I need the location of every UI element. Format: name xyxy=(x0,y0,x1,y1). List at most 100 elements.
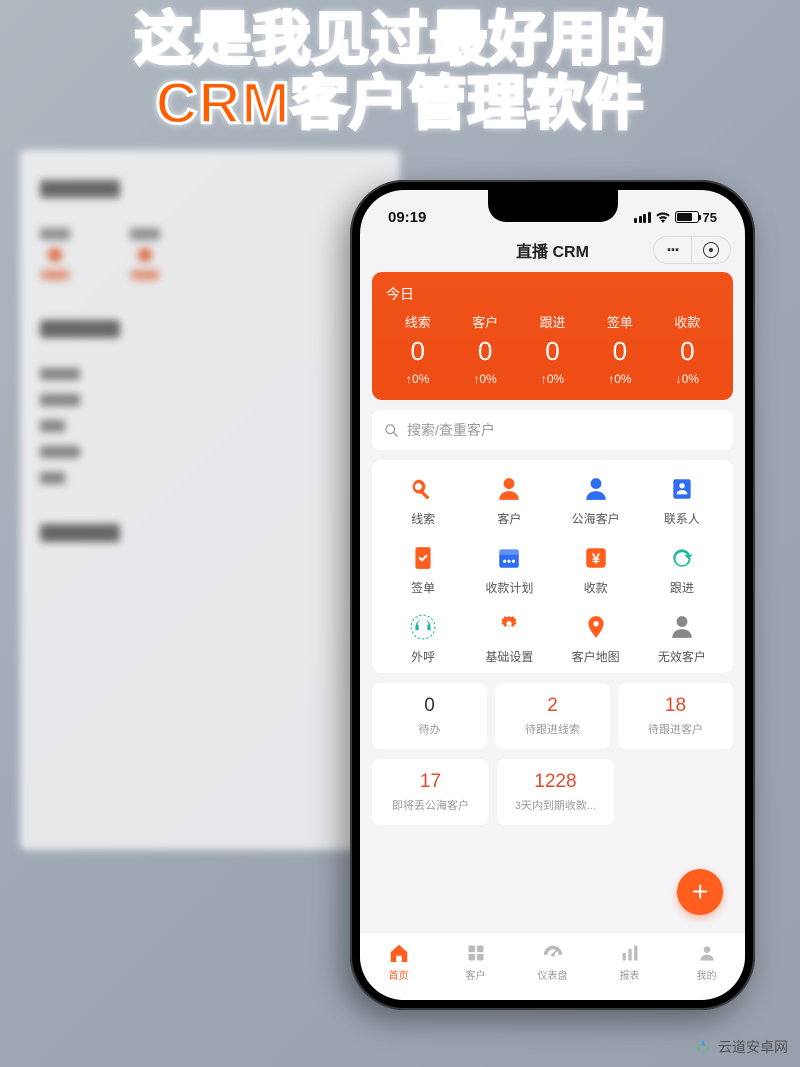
grid-label: 客户地图 xyxy=(572,648,620,665)
stat-delta: ↑0% xyxy=(608,372,631,386)
background-desktop xyxy=(20,150,400,850)
stat-name: 收款 xyxy=(674,312,700,331)
tile-label: 待跟进线索 xyxy=(525,721,580,737)
grid-label: 收款计划 xyxy=(485,579,533,596)
today-label: 今日 xyxy=(386,284,719,304)
grid-label: 公海客户 xyxy=(572,510,620,527)
contact-icon xyxy=(667,474,697,504)
phone-frame: 09:19 75 直播 CRM ··· 今日 线索 0 ↑0% 客 xyxy=(350,180,755,1010)
person-solid-icon xyxy=(494,474,524,504)
grid-item-contract[interactable]: 签单 xyxy=(380,543,466,596)
app-header: 直播 CRM ··· xyxy=(360,232,745,272)
tab-home[interactable]: 首页 xyxy=(360,933,437,990)
grid-item-follow[interactable]: 跟进 xyxy=(639,543,725,596)
stat-tile-0[interactable]: 0 待办 xyxy=(372,683,487,749)
grid-label: 外呼 xyxy=(411,648,435,665)
today-stat-1[interactable]: 客户 0 ↑0% xyxy=(453,312,516,386)
tab-me[interactable]: 我的 xyxy=(668,933,745,990)
promo-headline: 这是我见过最好用的CRM客户管理软件 xyxy=(0,8,800,136)
gauge-icon xyxy=(542,942,564,964)
yen-icon: ¥ xyxy=(581,543,611,573)
grid-item-pool[interactable]: 公海客户 xyxy=(553,474,639,527)
tile-value: 18 xyxy=(665,695,686,717)
calendar-icon xyxy=(494,543,524,573)
grid-label: 无效客户 xyxy=(658,648,706,665)
tab-bar: 首页 客户 仪表盘 报表 我的 xyxy=(360,932,745,1000)
tab-dashboard[interactable]: 仪表盘 xyxy=(514,933,591,990)
barchart-icon xyxy=(619,942,641,964)
home-icon xyxy=(388,942,410,964)
stat-delta: ↑0% xyxy=(473,372,496,386)
search-placeholder: 搜索/查重客户 xyxy=(407,420,495,440)
grid-item-settings[interactable]: 基础设置 xyxy=(466,612,552,665)
grid-label: 客户 xyxy=(497,510,521,527)
tab-label: 客户 xyxy=(466,967,486,982)
grid-item-customer[interactable]: 客户 xyxy=(466,474,552,527)
tab-label: 报表 xyxy=(620,967,640,982)
battery-icon xyxy=(675,211,699,223)
pin-icon xyxy=(581,612,611,642)
app-grid: 线索 客户 公海客户 联系人 签单 收款计划 ¥ 收款 跟进 外呼 xyxy=(372,460,733,673)
stat-delta: ↓0% xyxy=(676,372,699,386)
tab-label: 我的 xyxy=(697,967,717,982)
today-stat-4[interactable]: 收款 0 ↓0% xyxy=(656,312,719,386)
battery-pct: 75 xyxy=(703,210,717,225)
tile-label: 待办 xyxy=(419,721,441,737)
tab-label: 仪表盘 xyxy=(538,967,568,982)
fab-add-button[interactable]: + xyxy=(677,869,723,915)
stat-value: 0 xyxy=(613,336,627,367)
app-title: 直播 CRM xyxy=(516,238,589,262)
today-stats: 线索 0 ↑0% 客户 0 ↑0% 跟进 0 ↑0% 签单 0 ↑0% 收款 0… xyxy=(386,312,719,386)
tile-label: 待跟进客户 xyxy=(648,721,703,737)
today-stat-0[interactable]: 线索 0 ↑0% xyxy=(386,312,449,386)
tab-reports[interactable]: 报表 xyxy=(591,933,668,990)
stat-tiles-row1: 0 待办 2 待跟进线索 18 待跟进客户 xyxy=(372,683,733,749)
today-stat-2[interactable]: 跟进 0 ↑0% xyxy=(521,312,584,386)
grid-item-invalid[interactable]: 无效客户 xyxy=(639,612,725,665)
tile-label: 3天内到期收款... xyxy=(515,797,596,813)
target-icon xyxy=(703,242,719,258)
stat-name: 签单 xyxy=(607,312,633,331)
gear-icon xyxy=(494,612,524,642)
stat-value: 0 xyxy=(680,336,694,367)
grid-item-call[interactable]: 外呼 xyxy=(380,612,466,665)
person-solid-icon xyxy=(581,474,611,504)
stat-tile-1[interactable]: 2 待跟进线索 xyxy=(495,683,610,749)
grid-item-leads[interactable]: 线索 xyxy=(380,474,466,527)
grid-label: 联系人 xyxy=(664,510,700,527)
grid-label: 签单 xyxy=(411,579,435,596)
stat-tile-3[interactable]: 17 即将丢公海客户 xyxy=(372,759,489,825)
grid-label: 线索 xyxy=(411,510,435,527)
watermark: 云道安卓网 xyxy=(694,1037,788,1057)
doc-check-icon xyxy=(408,543,438,573)
phone-notch xyxy=(488,190,618,222)
grid-item-contact[interactable]: 联系人 xyxy=(639,474,725,527)
stat-tile-4[interactable]: 1228 3天内到期收款... xyxy=(497,759,614,825)
today-stat-3[interactable]: 签单 0 ↑0% xyxy=(588,312,651,386)
search-icon xyxy=(384,423,399,438)
stat-value: 0 xyxy=(545,336,559,367)
tab-customers[interactable]: 客户 xyxy=(437,933,514,990)
search-input[interactable]: 搜索/查重客户 xyxy=(372,410,733,450)
grid-item-payplan[interactable]: 收款计划 xyxy=(466,543,552,596)
person-solid-icon xyxy=(667,612,697,642)
miniapp-menu-button[interactable]: ··· xyxy=(654,237,692,263)
wifi-icon xyxy=(655,211,671,223)
headset-icon xyxy=(408,612,438,642)
stat-value: 0 xyxy=(410,336,424,367)
watermark-text: 云道安卓网 xyxy=(718,1037,788,1057)
signal-icon xyxy=(634,212,651,223)
leads-icon xyxy=(408,474,438,504)
tile-value: 0 xyxy=(424,695,435,717)
stat-name: 跟进 xyxy=(539,312,565,331)
stat-name: 客户 xyxy=(472,312,498,331)
stat-tile-2[interactable]: 18 待跟进客户 xyxy=(618,683,733,749)
miniapp-close-button[interactable] xyxy=(692,237,730,263)
status-time: 09:19 xyxy=(388,209,426,226)
tile-value: 1228 xyxy=(534,771,576,793)
stat-name: 线索 xyxy=(405,312,431,331)
tab-label: 首页 xyxy=(389,967,409,982)
tile-value: 2 xyxy=(547,695,558,717)
grid-item-payment[interactable]: ¥ 收款 xyxy=(553,543,639,596)
grid-item-map[interactable]: 客户地图 xyxy=(553,612,639,665)
